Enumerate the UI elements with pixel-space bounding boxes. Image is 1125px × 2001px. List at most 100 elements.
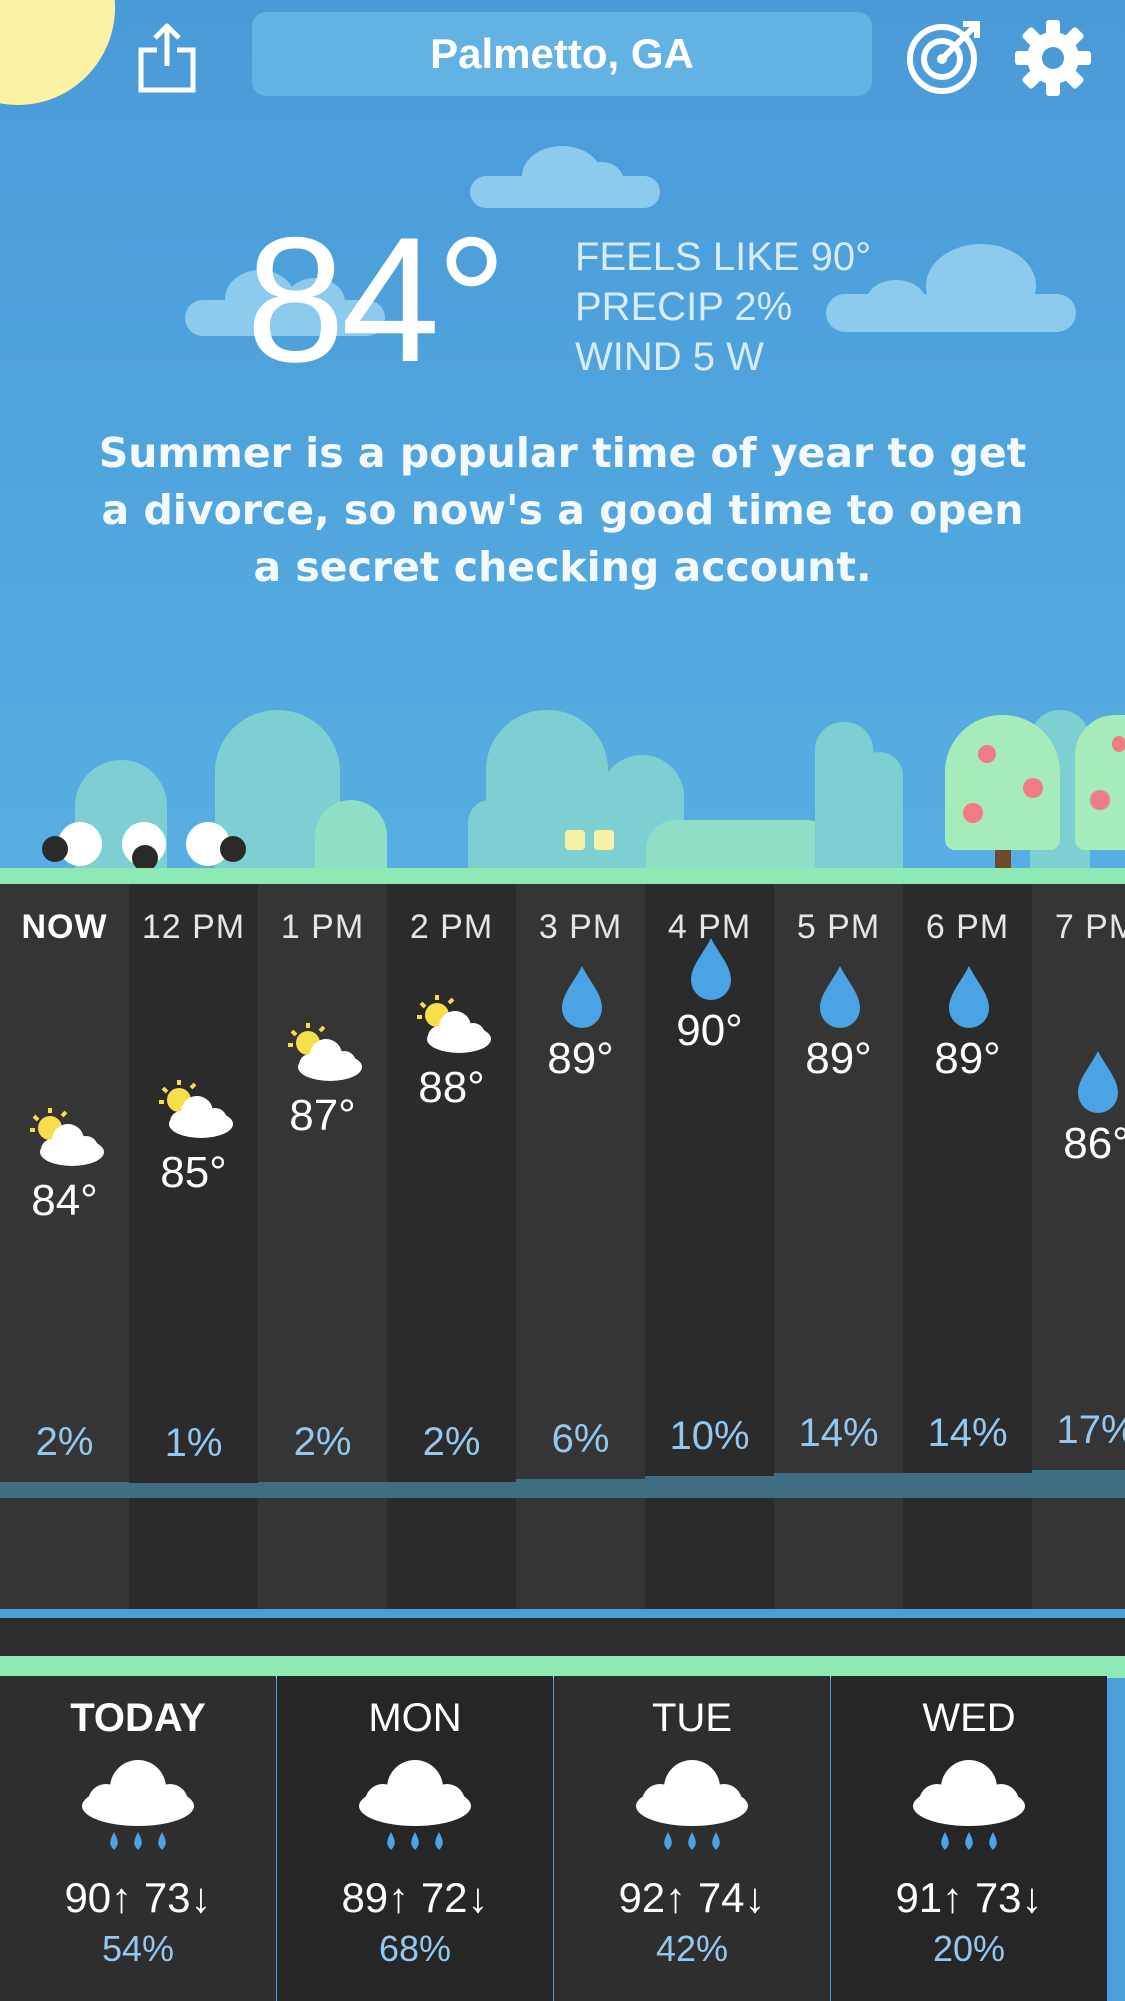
hour-time: NOW (21, 908, 108, 946)
day-high-low: 91↑ 73↓ (895, 1874, 1043, 1921)
hour-weather-icon (927, 960, 1011, 1030)
hour-temperature: 89° (805, 1034, 872, 1084)
hour-column[interactable]: NOW 84° 2% (0, 884, 129, 1609)
hour-temperature: 86° (1063, 1119, 1125, 1169)
hour-column[interactable]: 5 PM 89° 14% (774, 884, 903, 1609)
share-icon (138, 23, 196, 93)
precip-text: PRECIP 2% (575, 285, 793, 329)
raindrop-icon (1078, 1051, 1118, 1114)
rain-cloud-icon (82, 1760, 194, 1850)
hour-time: 5 PM (796, 908, 881, 946)
precip-level (0, 1482, 129, 1498)
hour-time: 1 PM (280, 908, 365, 946)
hour-precip: 2% (35, 1420, 94, 1465)
day-name: WED (922, 1696, 1016, 1740)
precip-level (903, 1472, 1032, 1498)
hour-temperature: 87° (289, 1091, 356, 1140)
day-weather-icon (632, 1754, 752, 1854)
day-column[interactable]: TODAY 90↑ 73↓ 54% (0, 1676, 276, 2001)
day-high-low: 92↑ 74↓ (618, 1874, 766, 1921)
day-name: TODAY (70, 1696, 206, 1740)
rain-cloud-icon (636, 1760, 748, 1850)
day-weather-icon (909, 1754, 1029, 1854)
hour-temperature: 89° (547, 1034, 614, 1084)
rain-cloud-icon (359, 1760, 471, 1850)
hour-time: 7 PM (1054, 908, 1125, 946)
raindrop-icon (820, 966, 860, 1029)
hour-temperature: 88° (418, 1062, 485, 1112)
share-button[interactable] (135, 22, 199, 94)
hour-column[interactable]: 1 PM 87° 2% (258, 884, 387, 1609)
hour-temperature: 89° (934, 1034, 1001, 1084)
day-precip: 20% (932, 1928, 1006, 1969)
hour-time: 12 PM (141, 908, 246, 946)
hour-weather-icon (282, 1017, 366, 1087)
forecast-quip: Summer is a popular time of year to get … (98, 429, 1027, 591)
hour-weather-icon (540, 960, 624, 1030)
hour-weather-icon (798, 960, 882, 1030)
hour-temperature: 84° (31, 1176, 98, 1225)
hour-column[interactable]: 2 PM 88° 2% (387, 884, 516, 1609)
hour-column[interactable]: 6 PM 89° 14% (903, 884, 1032, 1609)
hour-weather-icon (24, 1102, 108, 1172)
precip-level (645, 1476, 774, 1498)
hour-precip: 6% (551, 1417, 610, 1462)
precip-level (1032, 1470, 1125, 1498)
current-details: FEELS LIKE 90° PRECIP 2% WIND 5 W (575, 232, 871, 382)
hour-precip: 2% (293, 1420, 352, 1465)
settings-button[interactable] (1013, 18, 1093, 98)
precip-level (387, 1482, 516, 1498)
sun-icon: ▲ (0, 0, 115, 105)
day-weather-icon (78, 1754, 198, 1854)
hour-time: 3 PM (538, 908, 623, 946)
feels-like-text: FEELS LIKE 90° (575, 235, 872, 279)
hour-precip: 14% (798, 1410, 879, 1455)
hour-column[interactable]: 3 PM 89° 6% (516, 884, 645, 1609)
wind-text: WIND 5 W (575, 335, 764, 379)
radar-button[interactable] (905, 18, 983, 96)
scenery-illustration (0, 680, 1125, 875)
hour-time: 2 PM (409, 908, 494, 946)
precip-level (774, 1472, 903, 1498)
hour-temperature: 85° (160, 1147, 227, 1197)
day-name: TUE (652, 1696, 732, 1740)
hour-precip: 14% (927, 1410, 1008, 1455)
hour-precip: 10% (669, 1414, 750, 1458)
partly-cloudy-icon (417, 994, 491, 1053)
rain-cloud-icon (913, 1760, 1025, 1850)
hour-weather-icon (1056, 1045, 1125, 1115)
hourly-forecast[interactable]: NOW 84° 2% 12 PM 85° 1% 1 PM 87° 2% 2 PM 88° 2% 3 PM… (0, 884, 1125, 1609)
hour-temperature: 90° (676, 1006, 743, 1055)
day-precip: 54% (101, 1928, 175, 1969)
day-column[interactable]: WED 91↑ 73↓ 20% (831, 1676, 1107, 2001)
day-high-low: 89↑ 72↓ (341, 1874, 489, 1921)
day-column[interactable]: TUE 92↑ 74↓ 42% (554, 1676, 830, 2001)
radar-icon (907, 21, 980, 94)
hour-column[interactable]: 7 PM 86° 17% (1032, 884, 1125, 1609)
day-column[interactable]: MON 89↑ 72↓ 68% (277, 1676, 553, 2001)
raindrop-icon (691, 938, 731, 1000)
location-label: Palmetto, GA (430, 30, 694, 77)
daily-forecast[interactable]: TODAY 90↑ 73↓ 54% MON 89↑ 72↓ 68% TUE 92↑ 74↓ 42… (0, 1676, 1125, 2001)
hour-precip: 17% (1056, 1408, 1125, 1453)
current-temperature: 84° (246, 200, 507, 399)
hour-precip: 1% (164, 1421, 223, 1466)
hour-weather-icon (669, 932, 753, 1002)
sky-background: ▲ Palmetto, GA (0, 0, 1125, 875)
hour-precip: 2% (422, 1420, 481, 1465)
hour-column[interactable]: 4 PM 90° 10% (645, 884, 774, 1609)
day-high-low: 90↑ 73↓ (64, 1874, 212, 1921)
location-selector[interactable]: Palmetto, GA (252, 12, 872, 96)
day-name: MON (368, 1696, 462, 1740)
precip-level (129, 1483, 258, 1498)
hour-time: 6 PM (925, 908, 1010, 946)
grass-divider (0, 1656, 1125, 1678)
water-base (0, 1618, 1125, 1656)
partly-cloudy-icon (30, 1108, 104, 1166)
hour-column[interactable]: 12 PM 85° 1% (129, 884, 258, 1609)
day-precip: 42% (655, 1928, 729, 1969)
raindrop-icon (562, 966, 602, 1029)
day-weather-icon (355, 1754, 475, 1854)
partly-cloudy-icon (159, 1079, 233, 1138)
gear-icon (1015, 20, 1091, 96)
